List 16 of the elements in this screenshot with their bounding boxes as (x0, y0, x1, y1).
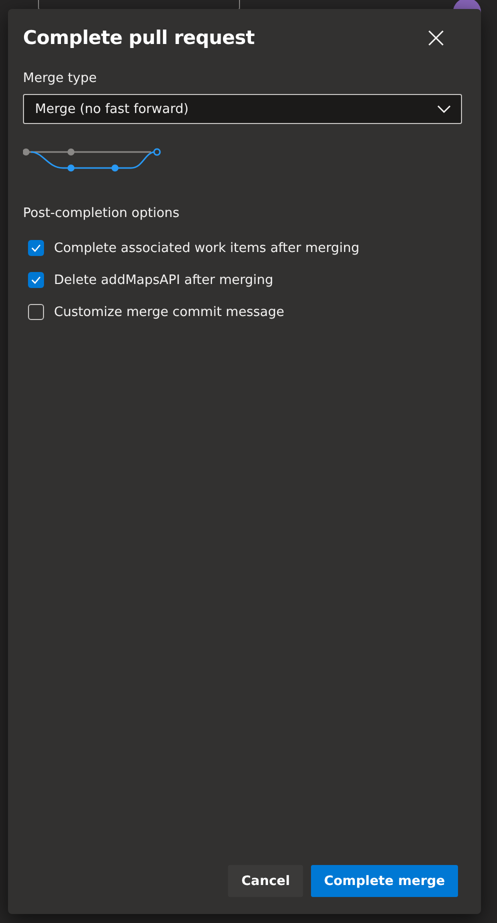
section-label: Post-completion options (23, 206, 180, 221)
close-button[interactable] (426, 28, 446, 48)
checkbox-label: Delete addMapsAPI after merging (54, 272, 274, 288)
dialog-title: Complete pull request (23, 27, 255, 49)
chevron-icon (437, 105, 451, 113)
check-icon (31, 276, 41, 284)
cancel-button[interactable]: Cancel (228, 865, 303, 897)
check-icon (31, 244, 41, 252)
checkbox[interactable] (28, 304, 44, 320)
checkbox[interactable] (28, 272, 44, 288)
checkbox-label: Complete associated work items after merging (54, 240, 360, 256)
checkbox-label: Customize merge commit message (54, 304, 284, 320)
field-label: Merge type (23, 71, 98, 86)
checkbox[interactable] (28, 240, 44, 256)
merge-type-dropdown[interactable]: Merge (no fast forward) (23, 94, 462, 124)
complete-merge-button[interactable]: Complete merge (310, 865, 458, 897)
